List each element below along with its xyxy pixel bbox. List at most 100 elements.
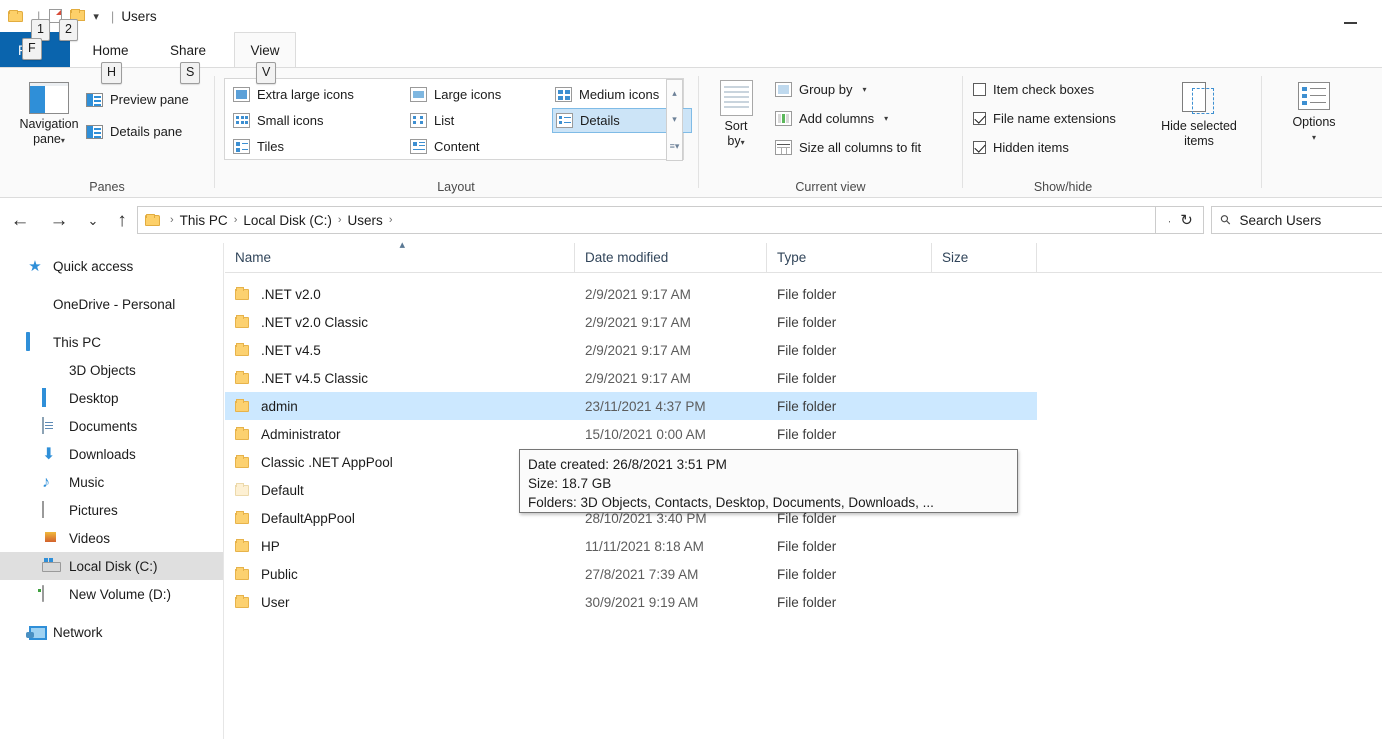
recent-locations-button[interactable]: ⌄ xyxy=(79,207,107,235)
item-check-boxes-checkbox[interactable] xyxy=(973,83,986,96)
preview-pane-label: Preview pane xyxy=(110,92,189,107)
group-by-caret-icon[interactable]: ▾ xyxy=(862,85,866,94)
file-name-extensions-checkbox[interactable] xyxy=(973,112,986,125)
sidebar-item-desktop[interactable]: Desktop xyxy=(0,384,223,412)
options-caret-icon[interactable]: ▾ xyxy=(1274,130,1354,145)
hard-disk-icon xyxy=(42,558,60,575)
sidebar-item-onedrive[interactable]: OneDrive - Personal xyxy=(0,290,223,318)
column-header-name[interactable]: Name xyxy=(225,238,575,273)
sidebar-item-new-volume-d[interactable]: New Volume (D:) xyxy=(0,580,223,608)
sidebar-item-music[interactable]: ♪ Music xyxy=(0,468,223,496)
small-icons-icon xyxy=(233,113,250,128)
row-name: DefaultAppPool xyxy=(261,510,355,526)
table-row[interactable]: User 30/9/2021 9:19 AM File folder xyxy=(225,588,1382,616)
size-all-columns-button[interactable]: Size all columns to fit xyxy=(775,140,921,155)
music-icon: ♪ xyxy=(42,473,50,491)
sidebar-item-label: 3D Objects xyxy=(69,362,136,378)
table-row[interactable]: .NET v2.0 2/9/2021 9:17 AM File folder xyxy=(225,280,1382,308)
keytip-view: V xyxy=(256,62,277,84)
row-name: .NET v2.0 xyxy=(261,286,321,302)
table-row[interactable]: Public 27/8/2021 7:39 AM File folder xyxy=(225,560,1382,588)
navigation-pane-caret-icon[interactable]: ▾ xyxy=(61,136,65,145)
gallery-scroll-up-icon[interactable]: ▴ xyxy=(672,88,677,98)
layout-large-icons[interactable]: Large icons xyxy=(407,83,547,106)
gallery-expand-icon[interactable]: ≡▾ xyxy=(670,142,680,151)
sidebar-item-network[interactable]: Network xyxy=(0,618,223,646)
sidebar-item-label: Downloads xyxy=(69,446,136,462)
sidebar-item-pictures[interactable]: Pictures xyxy=(0,496,223,524)
sidebar-item-3d-objects[interactable]: 3D Objects xyxy=(0,356,223,384)
breadcrumb-local-disk[interactable]: Local Disk (C:) xyxy=(237,213,338,228)
layout-label: Extra large icons xyxy=(257,87,354,102)
add-columns-caret-icon[interactable]: ▾ xyxy=(884,114,888,123)
column-header-size[interactable]: Size xyxy=(932,242,1037,273)
row-type: File folder xyxy=(777,426,837,442)
hidden-items-checkbox[interactable] xyxy=(973,141,986,154)
options-button[interactable]: Options ▾ xyxy=(1274,82,1354,145)
layout-list[interactable]: List xyxy=(407,109,547,132)
search-box[interactable]: ⚲ Search Users xyxy=(1211,206,1382,234)
back-button[interactable]: ← xyxy=(6,207,34,235)
layout-gallery-scrollbar[interactable]: ▴ ▾ ≡▾ xyxy=(666,79,683,161)
forward-button[interactable]: → xyxy=(45,207,73,235)
row-name: HP xyxy=(261,538,280,554)
column-header-type[interactable]: Type xyxy=(767,242,932,273)
sort-by-caret-icon[interactable]: ▾ xyxy=(741,138,745,147)
sort-by-button[interactable]: Sort by▾ xyxy=(705,80,767,150)
size-all-columns-icon xyxy=(775,140,792,155)
refresh-button[interactable]: ↻ xyxy=(1170,206,1204,234)
navigation-pane: ★ Quick access OneDrive - Personal This … xyxy=(0,243,224,739)
cube-icon xyxy=(42,362,60,379)
layout-content[interactable]: Content xyxy=(407,135,547,158)
sidebar-item-this-pc[interactable]: This PC xyxy=(0,328,223,356)
gallery-scroll-down-icon[interactable]: ▾ xyxy=(672,115,677,124)
column-header-date-modified[interactable]: Date modified xyxy=(575,242,767,273)
sidebar-item-videos[interactable]: Videos xyxy=(0,524,223,552)
breadcrumb-this-pc[interactable]: This PC xyxy=(174,213,234,228)
options-icon xyxy=(1298,82,1330,110)
table-row[interactable]: .NET v2.0 Classic 2/9/2021 9:17 AM File … xyxy=(225,308,1382,336)
hidden-items-option[interactable]: Hidden items xyxy=(973,140,1069,155)
file-name-extensions-option[interactable]: File name extensions xyxy=(973,111,1116,126)
group-by-button[interactable]: Group by ▾ xyxy=(775,82,867,97)
row-name: Classic .NET AppPool xyxy=(261,454,393,470)
sidebar-item-local-disk-c[interactable]: Local Disk (C:) xyxy=(0,552,223,580)
table-row[interactable]: HP 11/11/2021 8:18 AM File folder xyxy=(225,532,1382,560)
column-header-row: Name Date modified Type Size xyxy=(225,238,1382,273)
preview-pane-button[interactable]: Preview pane xyxy=(86,92,189,107)
hide-selected-items-button[interactable]: Hide selected items xyxy=(1153,82,1245,149)
table-row[interactable]: .NET v4.5 2/9/2021 9:17 AM File folder xyxy=(225,336,1382,364)
layout-label: List xyxy=(434,113,455,128)
details-pane-button[interactable]: Details pane xyxy=(86,124,182,139)
breadcrumb-address-box[interactable]: › This PC › Local Disk (C:) › Users › xyxy=(137,206,1156,234)
minimize-button[interactable] xyxy=(1340,10,1360,24)
row-name: .NET v2.0 Classic xyxy=(261,314,369,330)
sidebar-item-downloads[interactable]: ⬇ Downloads xyxy=(0,440,223,468)
layout-gallery: Extra large icons Large icons Medium ico… xyxy=(224,78,692,161)
sidebar-item-documents[interactable]: Documents xyxy=(0,412,223,440)
sidebar-item-label: Local Disk (C:) xyxy=(69,558,158,574)
folder-icon xyxy=(235,511,251,525)
add-columns-button[interactable]: Add columns ▾ xyxy=(775,111,888,126)
row-date-modified: 2/9/2021 9:17 AM xyxy=(585,342,691,358)
list-icon xyxy=(410,113,427,128)
row-name: Administrator xyxy=(261,426,341,442)
layout-tiles[interactable]: Tiles xyxy=(230,135,402,158)
details-pane-label: Details pane xyxy=(110,124,183,139)
address-folder-icon xyxy=(145,213,162,227)
item-check-boxes-option[interactable]: Item check boxes xyxy=(973,82,1094,97)
tooltip-folders: Folders: 3D Objects, Contacts, Desktop, … xyxy=(528,495,934,510)
table-row-selected[interactable]: admin 23/11/2021 4:37 PM File folder xyxy=(225,392,1037,420)
table-row[interactable]: .NET v4.5 Classic 2/9/2021 9:17 AM File … xyxy=(225,364,1382,392)
layout-extra-large-icons[interactable]: Extra large icons xyxy=(230,83,402,106)
sidebar-item-quick-access[interactable]: ★ Quick access xyxy=(0,252,223,280)
table-row[interactable]: Administrator 15/10/2021 0:00 AM File fo… xyxy=(225,420,1382,448)
folder-info-tooltip: Date created: 26/8/2021 3:51 PM Size: 18… xyxy=(519,449,1018,513)
row-name: Public xyxy=(261,566,298,582)
customize-qat-icon[interactable]: ▾ xyxy=(93,10,98,23)
up-button[interactable]: ↑ xyxy=(108,207,136,235)
breadcrumb-users[interactable]: Users xyxy=(342,213,389,228)
ribbon-tabstrip: File Home Share View xyxy=(0,32,1382,68)
navigation-pane-button[interactable]: Navigation pane▾ xyxy=(6,82,92,148)
layout-small-icons[interactable]: Small icons xyxy=(230,109,402,132)
